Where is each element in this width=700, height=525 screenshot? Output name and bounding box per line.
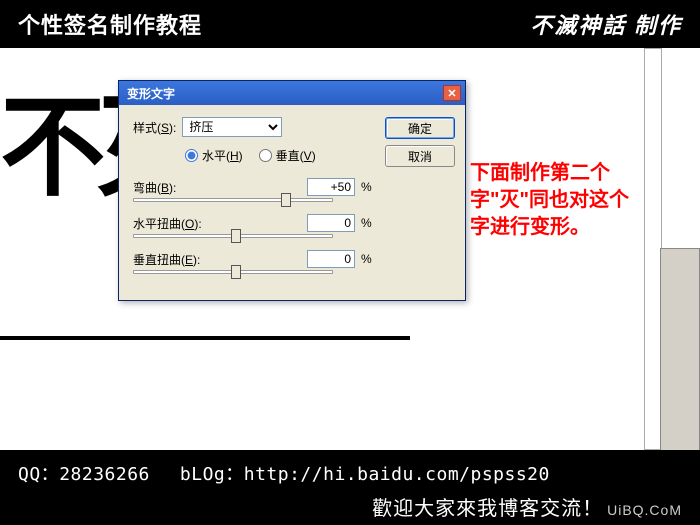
dialog-title: 变形文字 [127, 85, 175, 102]
style-select[interactable]: 挤压 [182, 117, 282, 137]
radio-horizontal[interactable]: 水平(H) [185, 147, 243, 164]
annotation-text: 下面制作第二个字"灭"同也对这个字进行变形。 [470, 160, 630, 241]
bend-input[interactable] [307, 178, 355, 196]
bend-row: 弯曲(B): % [133, 178, 375, 196]
page-title: 个性签名制作教程 [18, 8, 202, 40]
hdist-input[interactable] [307, 214, 355, 232]
bend-unit: % [361, 180, 375, 194]
slider-thumb[interactable] [231, 229, 241, 243]
dialog-right-column: 确定 取消 [385, 117, 455, 286]
style-label: 样式(S): [133, 119, 176, 136]
footer-line1: QQ：28236266 bLOg：http://hi.baidu.com/psp… [18, 460, 682, 486]
cancel-button[interactable]: 取消 [385, 145, 455, 167]
vdist-input[interactable] [307, 250, 355, 268]
orientation-radiogroup: 水平(H) 垂直(V) [185, 147, 375, 164]
radio-vertical[interactable]: 垂直(V) [259, 147, 316, 164]
slider-thumb[interactable] [281, 193, 291, 207]
hdist-slider[interactable] [133, 234, 375, 238]
slider-track [133, 198, 333, 202]
dialog-left-column: 样式(S): 挤压 水平(H) 垂直(V) 弯曲(B): % [133, 117, 375, 286]
vdist-slider[interactable] [133, 270, 375, 274]
radio-vertical-input[interactable] [259, 149, 272, 162]
hdist-unit: % [361, 216, 375, 230]
footer-site: UiBQ.CoM [607, 502, 682, 518]
dialog-titlebar[interactable]: 变形文字 ✕ [119, 81, 465, 105]
vdist-label: 垂直扭曲(E): [133, 251, 211, 268]
footer: QQ：28236266 bLOg：http://hi.baidu.com/psp… [0, 450, 700, 525]
radio-vertical-label: 垂直(V) [276, 147, 316, 164]
radio-horizontal-input[interactable] [185, 149, 198, 162]
vdist-unit: % [361, 252, 375, 266]
ok-button[interactable]: 确定 [385, 117, 455, 139]
footer-line2: 歡迎大家來我博客交流！UiBQ.CoM [18, 492, 682, 521]
close-button[interactable]: ✕ [443, 85, 461, 101]
footer-blog: bLOg：http://hi.baidu.com/pspss20 [180, 460, 550, 486]
slider-thumb[interactable] [231, 265, 241, 279]
vdist-row: 垂直扭曲(E): % [133, 250, 375, 268]
radio-horizontal-label: 水平(H) [202, 147, 243, 164]
hdist-label: 水平扭曲(O): [133, 215, 211, 232]
warp-text-dialog: 变形文字 ✕ 样式(S): 挤压 水平(H) 垂直(V) [118, 80, 466, 301]
dialog-body: 样式(S): 挤压 水平(H) 垂直(V) 弯曲(B): % [119, 105, 465, 300]
style-row: 样式(S): 挤压 [133, 117, 375, 137]
top-header: 个性签名制作教程 不滅神話 制作 [0, 0, 700, 48]
canvas-bottom-edge [0, 336, 410, 340]
footer-qq: QQ：28236266 [18, 460, 150, 486]
hdist-row: 水平扭曲(O): % [133, 214, 375, 232]
brand-logo: 不滅神話 制作 [530, 8, 682, 40]
close-icon: ✕ [447, 87, 456, 100]
bend-slider[interactable] [133, 198, 375, 202]
bend-label: 弯曲(B): [133, 179, 211, 196]
